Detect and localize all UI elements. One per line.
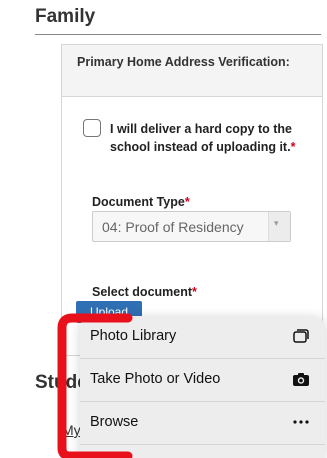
document-type-label-text: Document Type — [92, 195, 185, 209]
menu-item-label: Photo Library — [90, 328, 177, 344]
hard-copy-label-text: I will deliver a hard copy to the school… — [110, 122, 292, 154]
camera-icon — [293, 373, 309, 386]
menu-item-browse[interactable]: Browse — [80, 402, 325, 445]
menu-item-photo-library[interactable]: Photo Library — [80, 316, 325, 359]
upload-action-menu: Photo Library Take Photo or Video Browse — [80, 316, 325, 458]
document-type-label: Document Type* — [92, 195, 190, 209]
menu-item-label: Take Photo or Video — [90, 371, 221, 387]
required-marker: * — [184, 195, 190, 209]
my-students-link[interactable]: My — [62, 422, 81, 438]
card-header: Primary Home Address Verification: — [62, 45, 322, 97]
hard-copy-checkbox[interactable] — [83, 119, 101, 137]
document-type-select[interactable]: 04: Proof of Residency ▾ — [92, 211, 291, 242]
select-document-label: Select document* — [92, 285, 197, 299]
select-arrow: ▾ — [268, 212, 290, 241]
document-type-value: 04: Proof of Residency — [102, 219, 244, 235]
chevron-down-icon: ▾ — [274, 218, 279, 228]
menu-item-label: Browse — [90, 414, 139, 430]
family-section-divider — [35, 34, 321, 35]
family-section-title: Family — [35, 6, 96, 27]
more-icon — [293, 420, 309, 424]
required-marker: * — [290, 140, 296, 154]
menu-item-take-photo[interactable]: Take Photo or Video — [80, 359, 325, 402]
card-header-title: Primary Home Address Verification: — [77, 55, 290, 69]
photo-library-icon — [293, 329, 309, 343]
required-marker: * — [192, 285, 197, 299]
address-verification-card: Primary Home Address Verification: I wil… — [61, 44, 323, 356]
select-document-label-text: Select document — [92, 285, 193, 299]
hard-copy-checkbox-label: I will deliver a hard copy to the school… — [110, 120, 320, 156]
